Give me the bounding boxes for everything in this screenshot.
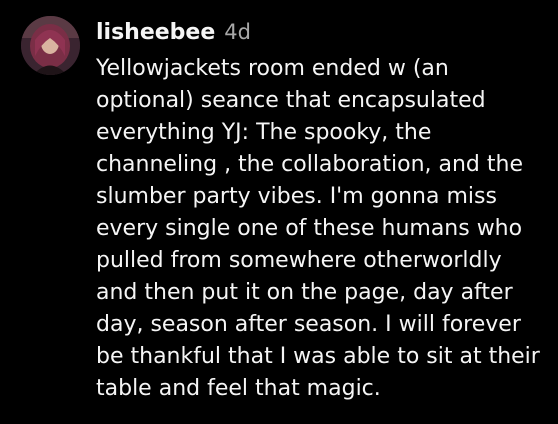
timestamp[interactable]: 4d xyxy=(224,20,251,44)
avatar-image xyxy=(21,16,80,75)
comment-line: table and feel that magic. xyxy=(96,376,381,401)
comment-line: everything YJ: The spooky, the xyxy=(96,120,432,145)
comment-header: lisheebee 4d xyxy=(96,20,251,50)
comment-text: Yellowjackets room ended w (an optional)… xyxy=(96,53,541,405)
comment-line: optional) seance that encapsulated xyxy=(96,88,486,113)
comment-line: be thankful that I was able to sit at th… xyxy=(96,344,540,369)
username[interactable]: lisheebee xyxy=(96,20,215,45)
comment-line: channeling , the collaboration, and the xyxy=(96,152,523,177)
comment-line: every single one of these humans who xyxy=(96,216,523,241)
comment: lisheebee 4d Yellowjackets room ended w … xyxy=(0,0,558,424)
comment-line: and then put it on the page, day after xyxy=(96,280,513,305)
comment-line: pulled from somewhere otherworldly xyxy=(96,248,502,273)
comment-line: Yellowjackets room ended w (an xyxy=(96,56,449,81)
comment-line: day, season after season. I will forever xyxy=(96,312,521,337)
avatar[interactable] xyxy=(21,16,80,75)
comment-line: slumber party vibes. I'm gonna miss xyxy=(96,184,497,209)
